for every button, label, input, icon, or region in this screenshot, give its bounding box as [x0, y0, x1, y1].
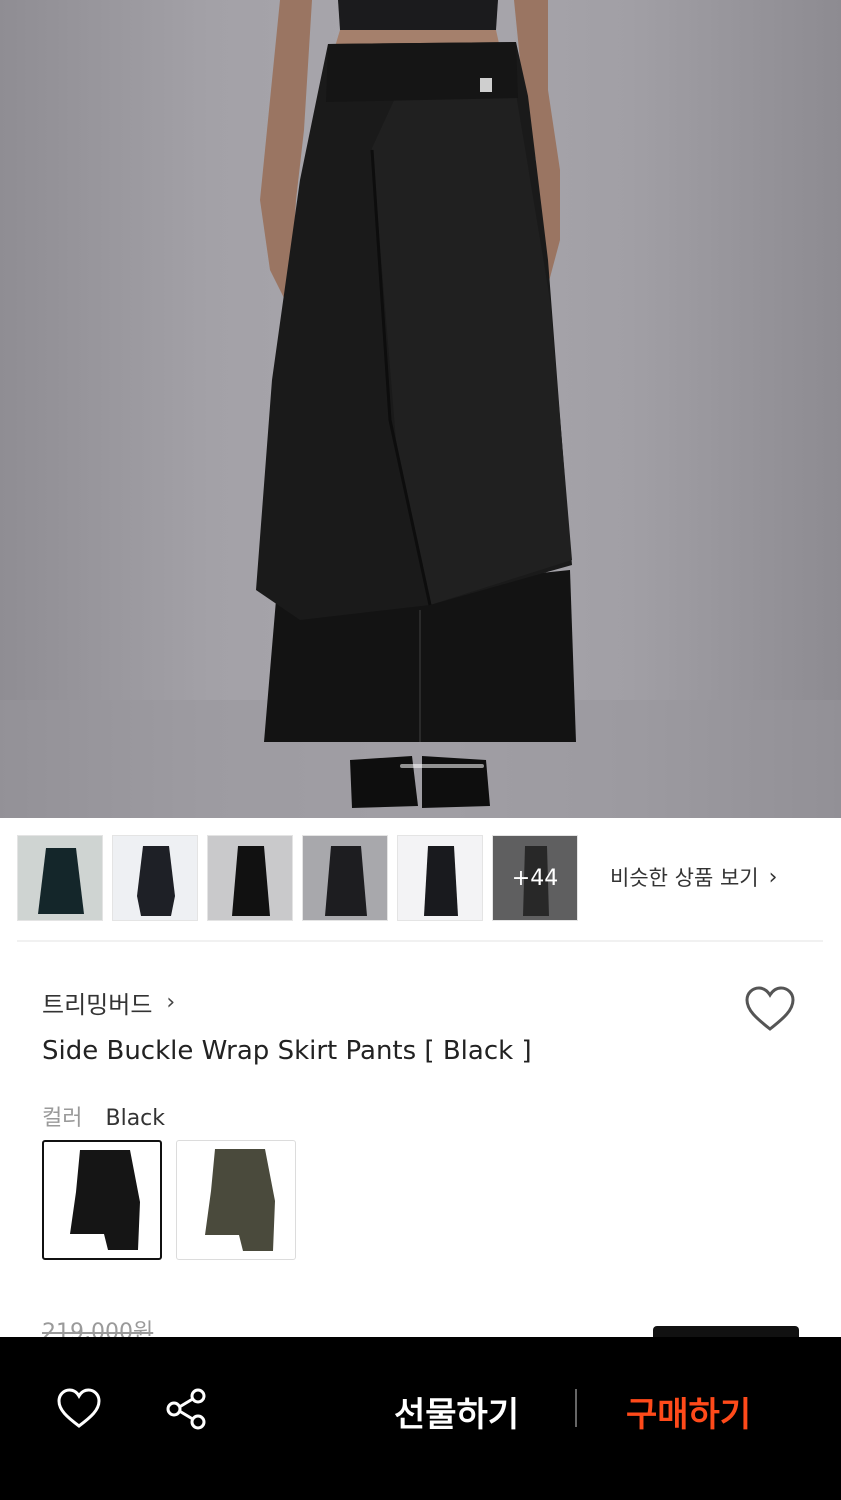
section-divider — [17, 940, 823, 942]
heart-outline-icon[interactable] — [744, 985, 796, 1033]
brand-name: 트리밍버드 — [42, 991, 153, 1019]
color-option-label: 컬러 — [42, 1106, 83, 1131]
thumbnail-strip: +44 비슷한 상품 보기 › — [0, 818, 841, 940]
chevron-right-icon: › — [166, 990, 176, 1015]
thumbnail-4[interactable] — [302, 835, 388, 921]
chevron-right-icon: › — [768, 864, 778, 890]
thumbnail-3[interactable] — [207, 835, 293, 921]
similar-products-link[interactable]: 비슷한 상품 보기 › — [610, 862, 777, 892]
color-option-row: 컬러 Black — [42, 1100, 165, 1132]
gift-button[interactable]: 선물하기 — [394, 1387, 519, 1436]
gallery-pager-indicator — [400, 764, 484, 768]
product-title: Side Buckle Wrap Skirt Pants [ Black ] — [42, 1036, 532, 1066]
share-icon[interactable] — [164, 1387, 208, 1431]
color-swatch-olive[interactable] — [176, 1140, 296, 1260]
color-option-value: Black — [105, 1106, 166, 1131]
thumbnail-2[interactable] — [112, 835, 198, 921]
heart-icon[interactable] — [56, 1387, 102, 1429]
thumbnail-5[interactable] — [397, 835, 483, 921]
brand-link[interactable]: 트리밍버드 › — [42, 985, 175, 1020]
bottom-action-bar: 선물하기 구매하기 — [0, 1337, 841, 1500]
thumbnail-more[interactable]: +44 — [492, 835, 578, 921]
color-swatch-black[interactable] — [42, 1140, 162, 1260]
similar-products-label: 비슷한 상품 보기 — [610, 866, 759, 890]
model-wearing-skirt-pants-image — [0, 0, 841, 818]
buy-button[interactable]: 구매하기 — [626, 1387, 751, 1436]
more-thumbnails-count: +44 — [493, 836, 577, 920]
button-separator — [575, 1389, 577, 1427]
product-main-image[interactable] — [0, 0, 841, 818]
thumbnail-1[interactable] — [17, 835, 103, 921]
